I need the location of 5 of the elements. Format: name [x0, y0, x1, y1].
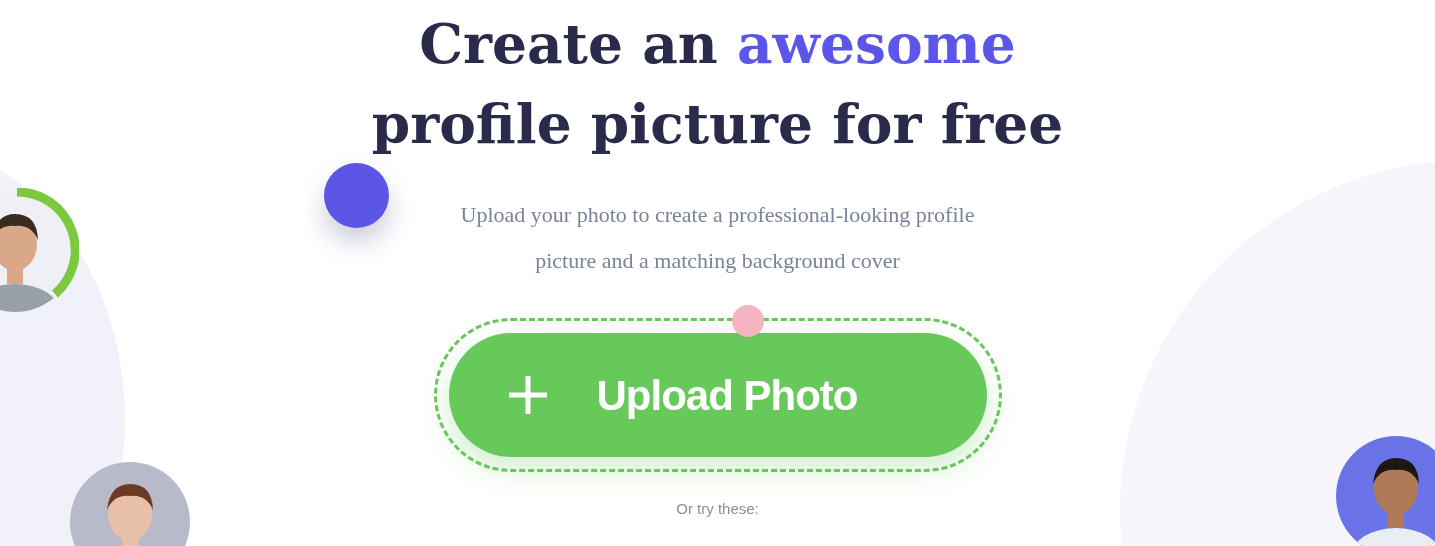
try-label: Or try these:	[676, 499, 759, 519]
hero-subtitle: Upload your photo to create a professional-looking profile picture and a matching background cover	[459, 201, 976, 275]
upload-photo-button[interactable]: Upload Photo	[448, 333, 987, 457]
hero-heading: Create an awesome profile picture for free	[370, 10, 1065, 158]
plus-icon	[506, 374, 549, 416]
